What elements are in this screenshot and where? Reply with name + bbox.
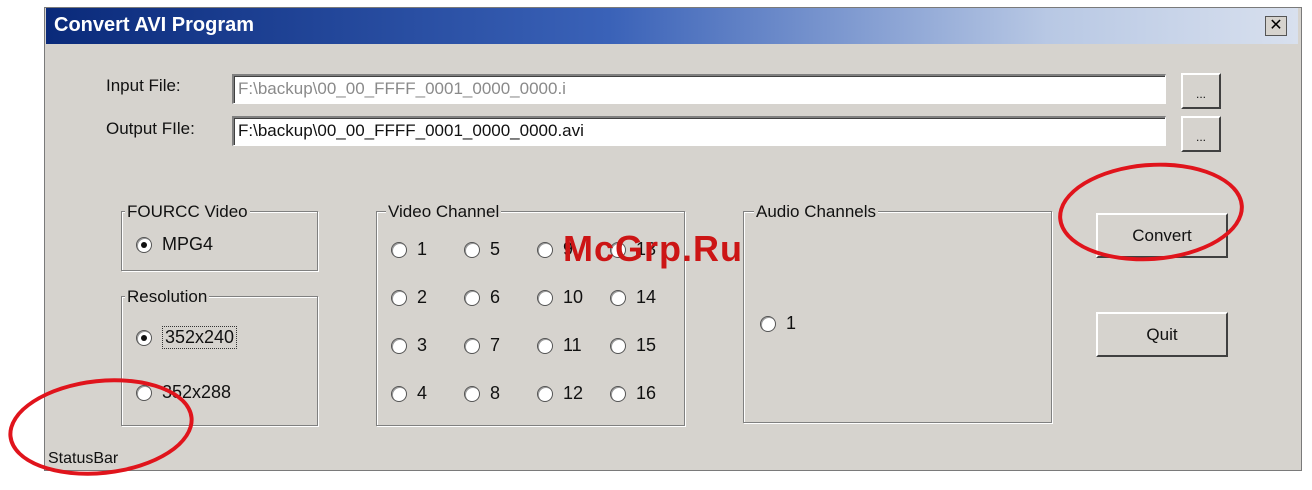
radio-empty-icon (464, 385, 480, 402)
output-file-label: Output FIle: (106, 119, 195, 138)
fourcc-group-title: FOURCC Video (125, 202, 250, 222)
resolution-group-title: Resolution (125, 287, 210, 307)
audio-channel-label: 1 (786, 313, 797, 333)
window-title: Convert AVI Program (54, 14, 255, 36)
video-channel-radio-5[interactable]: 5 (464, 239, 500, 260)
video-channel-label: 6 (490, 287, 501, 307)
radio-empty-icon (610, 289, 626, 306)
video-channel-radio-1[interactable]: 1 (391, 239, 427, 260)
output-browse-button[interactable]: ... (1181, 116, 1221, 152)
fourcc-radio-mpg4[interactable]: MPG4 (136, 234, 213, 255)
radio-empty-icon (760, 315, 776, 332)
video-channel-radio-14[interactable]: 14 (610, 287, 656, 308)
radio-empty-icon (464, 289, 480, 306)
video-channel-label: 4 (417, 383, 428, 403)
radio-empty-icon (391, 337, 407, 354)
radio-empty-icon (391, 289, 407, 306)
video-channel-label: 8 (490, 383, 501, 403)
video-channel-radio-6[interactable]: 6 (464, 287, 500, 308)
input-file-field[interactable]: F:\backup\00_00_FFFF_0001_0000_0000.i (232, 74, 1166, 104)
resolution-radio-352x240[interactable]: 352x240 (136, 326, 238, 349)
input-file-label: Input File: (106, 76, 181, 95)
video-channel-label: 3 (417, 335, 428, 355)
radio-empty-icon (537, 337, 553, 354)
output-file-field[interactable]: F:\backup\00_00_FFFF_0001_0000_0000.avi (232, 116, 1166, 146)
video-channel-label: 11 (563, 335, 582, 355)
video-channel-label: 7 (490, 335, 501, 355)
radio-empty-icon (537, 385, 553, 402)
input-browse-button[interactable]: ... (1181, 73, 1221, 109)
video-channel-label: 5 (490, 239, 501, 259)
video-channel-radio-10[interactable]: 10 (537, 287, 583, 308)
video-channel-label: 2 (417, 287, 428, 307)
audio-channel-radio-1[interactable]: 1 (760, 313, 796, 334)
fourcc-option-label: MPG4 (162, 234, 214, 254)
radio-empty-icon (391, 385, 407, 402)
video-channel-label: 12 (563, 383, 584, 403)
video-channel-label: 10 (563, 287, 584, 307)
radio-selected-icon (136, 329, 152, 346)
radio-empty-icon (610, 385, 626, 402)
resolution-option-label: 352x240 (162, 326, 238, 349)
radio-empty-icon (464, 241, 480, 258)
video-channel-group-title: Video Channel (386, 202, 502, 222)
video-channel-radio-3[interactable]: 3 (391, 335, 427, 356)
video-channel-label: 1 (417, 239, 428, 259)
radio-empty-icon (391, 241, 407, 258)
radio-empty-icon (537, 289, 553, 306)
video-channel-label: 14 (636, 287, 657, 307)
radio-empty-icon (537, 241, 553, 258)
radio-selected-icon (136, 236, 152, 253)
video-channel-radio-12[interactable]: 12 (537, 383, 583, 404)
watermark-text: McGrp.Ru (563, 228, 744, 269)
video-channel-radio-8[interactable]: 8 (464, 383, 500, 404)
video-channel-radio-16[interactable]: 16 (610, 383, 656, 404)
video-channel-radio-2[interactable]: 2 (391, 287, 427, 308)
video-channel-radio-4[interactable]: 4 (391, 383, 427, 404)
video-channel-radio-7[interactable]: 7 (464, 335, 500, 356)
video-channel-label: 15 (636, 335, 657, 355)
quit-button[interactable]: Quit (1096, 312, 1228, 357)
audio-channels-group-title: Audio Channels (754, 202, 879, 222)
video-channel-radio-15[interactable]: 15 (610, 335, 656, 356)
radio-empty-icon (610, 337, 626, 354)
video-channel-label: 16 (636, 383, 657, 403)
radio-empty-icon (464, 337, 480, 354)
title-bar: Convert AVI Program (46, 8, 1298, 44)
close-button[interactable]: ✕ (1265, 16, 1287, 36)
video-channel-radio-11[interactable]: 11 (537, 335, 582, 356)
